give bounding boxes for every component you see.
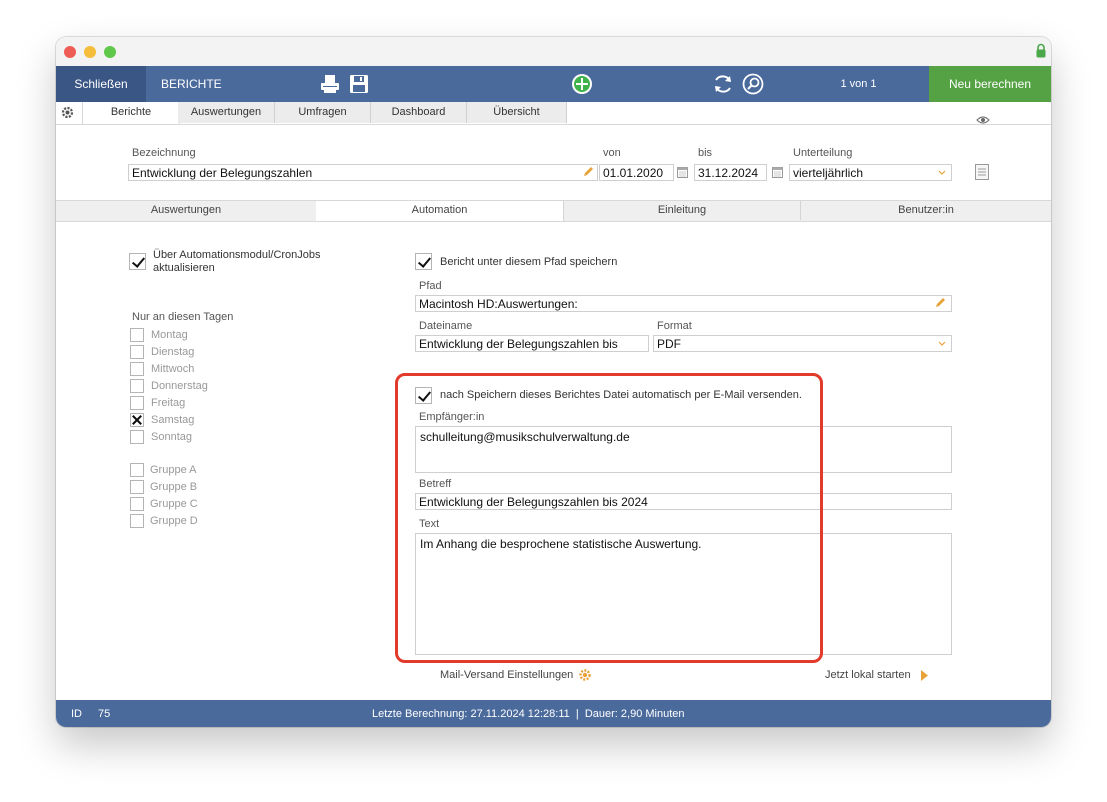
unterteilung-select[interactable]: vierteljährlich	[789, 164, 952, 181]
subtab-automation[interactable]: Automation	[316, 201, 564, 221]
group-checkbox-d[interactable]	[130, 514, 144, 528]
mail-settings-link[interactable]: Mail-Versand Einstellungen	[440, 669, 573, 681]
tab-uebersicht[interactable]: Übersicht	[467, 102, 567, 123]
subtab-benutzerin[interactable]: Benutzer:in	[801, 201, 1051, 220]
gear-icon[interactable]	[578, 668, 592, 682]
list-icon[interactable]	[975, 164, 989, 180]
cron-label: Über Automationsmodul/CronJobs aktualisi…	[153, 249, 321, 274]
pfad-label: Pfad	[419, 280, 442, 292]
start-local-link[interactable]: Jetzt lokal starten	[825, 669, 911, 681]
report-window: Schließen BERICHTE 1 von 1 Neu berechnen…	[56, 37, 1051, 727]
dateiname-label: Dateiname	[419, 320, 473, 332]
day-checkbox-freitag[interactable]	[130, 396, 144, 410]
day-checkbox-sonntag[interactable]	[130, 430, 144, 444]
day-checkbox-donnerstag[interactable]	[130, 379, 144, 393]
von-label: von	[603, 147, 621, 159]
save-icon[interactable]	[348, 73, 370, 95]
tab-auswertungen[interactable]: Auswertungen	[178, 102, 275, 123]
group-checkbox-a[interactable]	[130, 463, 144, 477]
day-label: Montag	[151, 329, 188, 341]
settings-icon[interactable]	[60, 105, 75, 120]
minimize-window-button[interactable]	[84, 46, 96, 58]
last-calculation-text: Letzte Berechnung: 27.11.2024 12:28:11 |…	[372, 708, 685, 720]
toolbar-title: BERICHTE	[161, 77, 222, 91]
toolbar: Schließen BERICHTE 1 von 1 Neu berechnen	[56, 66, 1051, 102]
group-checkbox-c[interactable]	[130, 497, 144, 511]
group-label: Gruppe D	[150, 515, 198, 527]
format-label: Format	[657, 320, 692, 332]
calendar-icon[interactable]	[772, 167, 783, 178]
bis-field[interactable]: 31.12.2024	[694, 164, 767, 181]
bezeichnung-field[interactable]: Entwicklung der Belegungszahlen	[128, 164, 598, 181]
pencil-icon[interactable]	[934, 297, 946, 309]
day-checkbox-mittwoch[interactable]	[130, 362, 144, 376]
group-label: Gruppe B	[150, 481, 198, 493]
subtab-auswertungen[interactable]: Auswertungen	[56, 201, 317, 220]
group-label: Gruppe C	[150, 498, 198, 510]
calendar-icon[interactable]	[677, 167, 688, 178]
dateiname-field[interactable]: Entwicklung der Belegungszahlen bis	[415, 335, 649, 352]
unterteilung-label: Unterteilung	[793, 147, 853, 159]
eye-icon[interactable]	[976, 115, 990, 125]
cron-checkbox[interactable]	[129, 253, 146, 270]
bis-label: bis	[698, 147, 713, 159]
group-checkbox-b[interactable]	[130, 480, 144, 494]
highlight-frame	[395, 373, 823, 663]
group-label: Gruppe A	[150, 464, 197, 476]
status-bar: ID 75 Letzte Berechnung: 27.11.2024 12:2…	[56, 700, 1051, 727]
tab-dashboard[interactable]: Dashboard	[371, 102, 467, 123]
day-label: Samstag	[151, 414, 195, 426]
close-button[interactable]: Schließen	[56, 66, 146, 102]
day-checkbox-samstag[interactable]	[130, 413, 144, 427]
day-label: Mittwoch	[151, 363, 195, 375]
subtab-einleitung[interactable]: Einleitung	[564, 201, 801, 220]
format-select[interactable]: PDF	[653, 335, 952, 352]
add-icon[interactable]	[571, 73, 593, 95]
days-heading: Nur an diesen Tagen	[132, 311, 234, 323]
chevron-down-icon	[938, 341, 946, 346]
save-path-label: Bericht unter diesem Pfad speichern	[440, 256, 618, 268]
day-label: Dienstag	[151, 346, 195, 358]
print-icon[interactable]	[319, 73, 341, 95]
von-field[interactable]: 01.01.2020	[599, 164, 674, 181]
title-bar	[56, 37, 1051, 66]
save-path-checkbox[interactable]	[415, 253, 432, 270]
refresh-icon[interactable]	[712, 73, 734, 95]
tab-umfragen[interactable]: Umfragen	[275, 102, 371, 123]
tab-berichte[interactable]: Berichte	[82, 102, 180, 124]
day-checkbox-dienstag[interactable]	[130, 345, 144, 359]
pfad-field[interactable]: Macintosh HD:Auswertungen:	[415, 295, 952, 312]
record-pager: 1 von 1	[840, 78, 877, 90]
lock-icon	[1036, 43, 1046, 58]
id-label: ID	[71, 708, 82, 720]
sub-tabs: Auswertungen Automation Einleitung Benut…	[56, 200, 1051, 222]
id-value: 75	[98, 708, 111, 720]
search-icon[interactable]	[742, 73, 764, 95]
close-window-button[interactable]	[64, 46, 76, 58]
bezeichnung-label: Bezeichnung	[132, 147, 196, 159]
play-arrow-icon[interactable]	[920, 670, 928, 681]
pencil-icon[interactable]	[582, 166, 594, 178]
day-label: Donnerstag	[151, 380, 208, 392]
day-checkbox-montag[interactable]	[130, 328, 144, 342]
day-label: Freitag	[151, 397, 186, 409]
chevron-down-icon	[938, 170, 946, 175]
zoom-window-button[interactable]	[104, 46, 116, 58]
recalculate-button[interactable]: Neu berechnen	[929, 66, 1051, 102]
day-label: Sonntag	[151, 431, 192, 443]
main-tabs: Berichte Auswertungen Umfragen Dashboard…	[56, 102, 1051, 125]
